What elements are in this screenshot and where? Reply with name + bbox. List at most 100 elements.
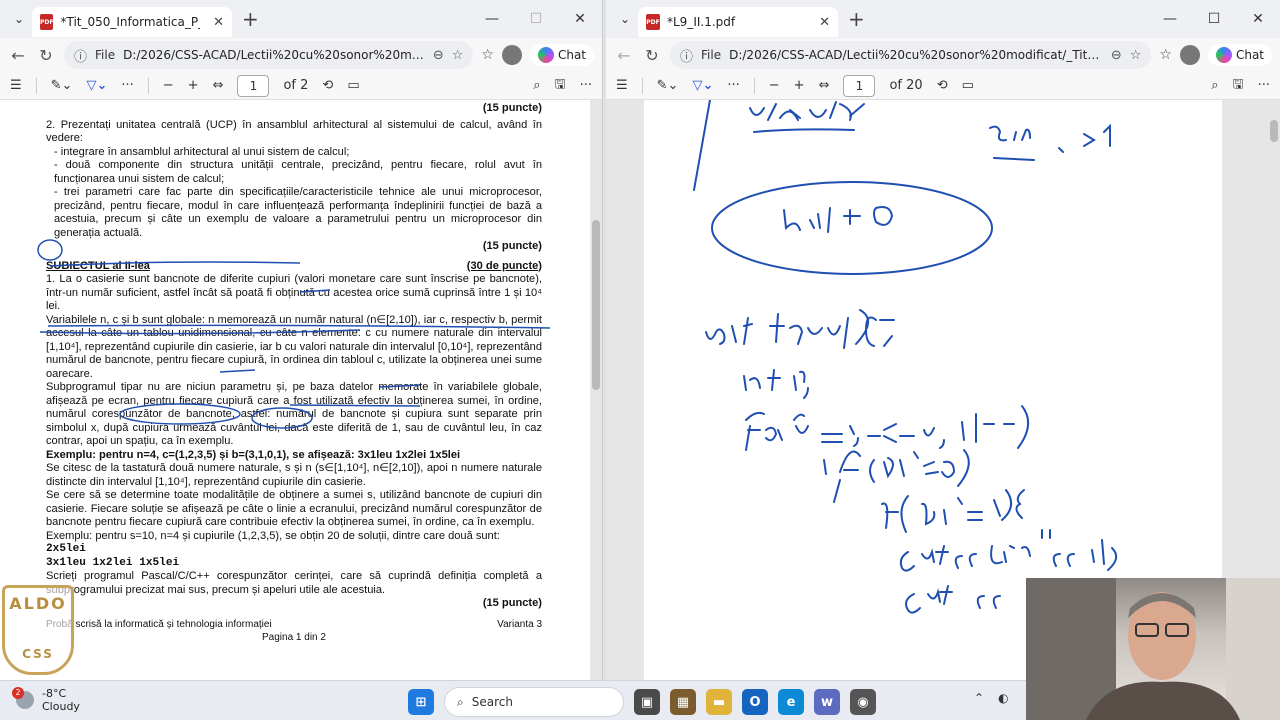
new-tab-button[interactable]: + [242,7,259,31]
maximize-button[interactable]: ☐ [1192,11,1236,27]
zoom-in-button[interactable]: + [188,78,199,93]
window-controls: — ☐ ✕ [1148,11,1280,27]
section-title: SUBIECTUL al II-lea [46,259,150,272]
zoom-out-button[interactable]: − [163,78,174,93]
page-total: of 2 [283,78,309,93]
example-line: Exemplu: pentru n=4, c=(1,2,3,5) și b=(3… [46,448,461,461]
footer-right: Varianta 3 [497,619,542,630]
start-icon[interactable]: ⊞ [408,689,434,715]
chrome-icon[interactable]: ◉ [850,689,876,715]
highlight-icon[interactable]: ✎⌄ [657,78,679,93]
ink-stroke [1058,123,1111,153]
more-options-icon[interactable]: ··· [580,78,592,93]
chevron-up-icon[interactable]: ⌃ [974,691,984,705]
tab-active[interactable]: PDF *L9_II.1.pdf ✕ [638,7,838,37]
search-icon[interactable]: ⌕ [1211,78,1218,93]
save-icon[interactable]: 🖫 [555,75,566,97]
minimize-button[interactable]: — [1148,11,1192,27]
tab-bar: ⌄ PDF *L9_II.1.pdf ✕ + — ☐ ✕ [606,0,1280,38]
page-number-input[interactable]: 1 [843,74,876,97]
more-tools-icon[interactable]: ··· [727,78,739,93]
close-tab-icon[interactable]: ✕ [213,15,224,30]
fit-page-icon[interactable]: ⇔ [819,78,830,93]
new-tab-button[interactable]: + [848,7,865,31]
address-url[interactable]: D:/2026/CSS-ACAD/Lectii%20cu%20sonor%20m… [729,48,1103,62]
zoom-out-button[interactable]: − [769,78,780,93]
ink-code-line [705,309,895,349]
back-button[interactable]: ← [614,46,634,65]
logo-top-text: ALDO [9,594,67,613]
example-line: Exemplu: pentru s=10, n=4 și cupiurile (… [46,529,500,542]
points-label: (15 puncte) [482,102,542,114]
tray-app-icon[interactable]: ◐ [998,691,1008,705]
section-heading: SUBIECTUL al II-lea (30 de puncte) [46,260,542,274]
maximize-button[interactable]: ☐ [514,11,558,27]
close-tab-icon[interactable]: ✕ [819,15,830,30]
zoom-in-button[interactable]: + [794,78,805,93]
scrollbar-thumb[interactable] [592,220,600,390]
page-number-input[interactable]: 1 [237,74,270,97]
info-icon[interactable]: ⓘ [74,46,87,65]
tab-actions-button[interactable]: ⌄ [612,6,638,32]
draw-icon[interactable]: ▽⌄ [692,78,713,93]
fit-page-icon[interactable]: ⇔ [213,78,224,93]
footer-left: Probă scrisă la informatică și tehnologi… [46,619,272,630]
contents-icon[interactable]: ☰ [616,78,628,93]
divider [147,77,149,94]
save-icon[interactable]: 🖫 [1233,75,1244,97]
ink-stroke [753,128,855,133]
profile-avatar[interactable] [501,45,522,65]
weather-description: Cloudy [42,700,80,713]
page-view-icon[interactable]: ▭ [347,78,359,93]
highlight-icon[interactable]: ✎⌄ [51,78,73,93]
system-tray: ⌃ ◐ [974,691,1009,705]
file-explorer-icon[interactable]: ▬ [706,689,732,715]
app-icon[interactable]: w [814,689,840,715]
back-button[interactable]: ← [8,46,28,65]
scrollbar-thumb[interactable] [1270,120,1278,142]
address-url[interactable]: D:/2026/CSS-ACAD/Lectii%20cu%20sonor%20m… [123,48,425,62]
favorite-star-icon[interactable]: ☆ [452,48,464,63]
address-bar[interactable]: ⓘ File D:/2026/CSS-ACAD/Lectii%20cu%20so… [64,41,474,69]
more-tools-icon[interactable]: ··· [121,78,133,93]
zoom-icon[interactable]: ⊖ [433,48,444,63]
copilot-chat-button[interactable]: Chat [529,44,594,66]
rotate-icon[interactable]: ⟲ [937,78,948,93]
close-window-button[interactable]: ✕ [1236,11,1280,27]
weather-widget[interactable]: 2 -8°C Cloudy [12,687,80,713]
tab-title: *L9_II.1.pdf [667,15,736,29]
ink-stroke [693,99,711,191]
ink-stroke [993,157,1035,161]
favorites-icon[interactable]: ☆ [1159,47,1172,63]
search-icon[interactable]: ⌕ [533,78,540,93]
item2-intro: 2. Prezentați unitatea centrală (UCP) în… [46,118,542,145]
outlook-icon[interactable]: O [742,689,768,715]
rotate-icon[interactable]: ⟲ [322,78,333,93]
profile-avatar[interactable] [1179,45,1200,65]
pdf-viewport[interactable]: (15 puncte) 2. Prezentați unitatea centr… [0,100,602,680]
favorite-star-icon[interactable]: ☆ [1130,48,1142,63]
refresh-button[interactable]: ↻ [642,46,662,65]
task-view-icon[interactable]: ▣ [634,689,660,715]
tab-actions-button[interactable]: ⌄ [6,6,32,32]
ink-code-line [905,585,1001,614]
zoom-icon[interactable]: ⊖ [1111,48,1122,63]
close-window-button[interactable]: ✕ [558,11,602,27]
refresh-button[interactable]: ↻ [36,46,56,65]
info-icon[interactable]: ⓘ [680,46,693,65]
edge-icon[interactable]: e [778,689,804,715]
points-label: (15 puncte) [482,240,542,252]
points-label: (15 puncte) [482,597,542,609]
more-options-icon[interactable]: ··· [1258,78,1270,93]
store-icon[interactable]: ▦ [670,689,696,715]
tab-active[interactable]: PDF *Tit_050_Informatica_P_2025_var_0 ✕ [32,7,232,37]
page-view-icon[interactable]: ▭ [962,78,974,93]
problem-paragraph: Subprogramul tipar nu are niciun paramet… [46,381,542,447]
draw-icon[interactable]: ▽⌄ [86,78,107,93]
taskbar-search[interactable]: ⌕ Search [444,687,624,717]
copilot-chat-button[interactable]: Chat [1207,44,1272,66]
minimize-button[interactable]: — [470,11,514,27]
favorites-icon[interactable]: ☆ [481,47,494,63]
address-bar[interactable]: ⓘ File D:/2026/CSS-ACAD/Lectii%20cu%20so… [670,41,1152,69]
contents-icon[interactable]: ☰ [10,78,22,93]
